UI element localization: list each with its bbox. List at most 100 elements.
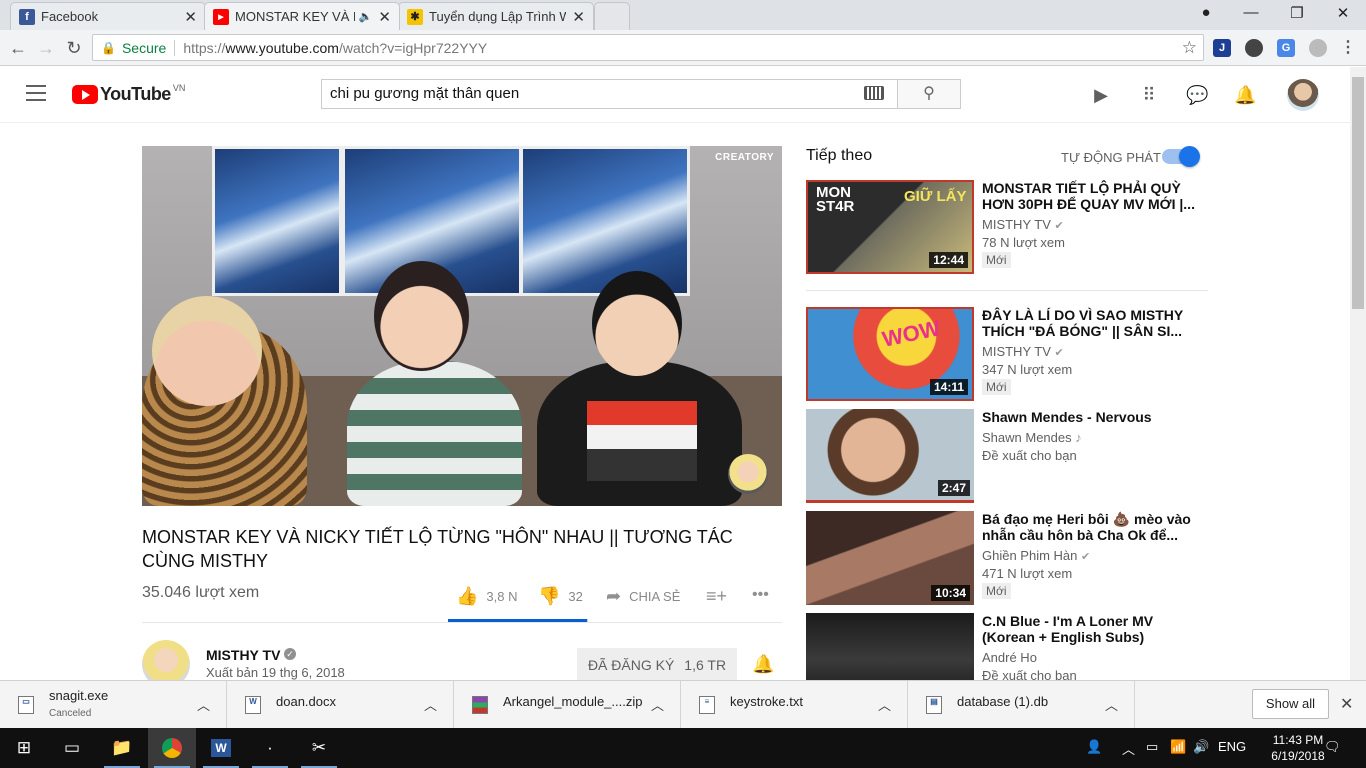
channel-name: André Ho — [982, 650, 1037, 665]
account-avatar[interactable] — [1287, 79, 1319, 111]
bookmark-star-icon[interactable]: ☆ — [1182, 38, 1197, 58]
clock-date: 6/19/2018 — [1271, 749, 1325, 763]
dislike-count: 32 — [568, 589, 583, 604]
back-button[interactable]: ← — [6, 36, 30, 60]
download-item[interactable]: ≡ keystroke.txt ︿ — [681, 681, 908, 729]
upload-video-icon[interactable]: ▶ — [1090, 84, 1112, 106]
people-icon[interactable]: 👤 — [1086, 739, 1102, 755]
search-button[interactable]: ⚲ — [897, 79, 961, 109]
youtube-logo[interactable]: YouTube VN — [72, 83, 185, 105]
tab-title: MONSTAR KEY VÀ NI — [235, 9, 355, 24]
menu-icon[interactable] — [26, 85, 46, 101]
download-item[interactable]: W doan.docx ︿ — [227, 681, 454, 729]
chevron-up-icon[interactable]: ︿ — [1105, 695, 1118, 714]
file-explorer-icon[interactable]: 📁 — [98, 728, 146, 768]
video-thumbnail[interactable]: 2:47 — [806, 409, 974, 503]
tab-title: Facebook — [41, 9, 99, 24]
download-item[interactable]: ▭ snagit.exe Canceled ︿ — [0, 681, 227, 729]
video-duration: 12:44 — [929, 252, 968, 268]
scrollbar-thumb[interactable] — [1352, 77, 1364, 309]
add-to-playlist-button[interactable]: ≡+ — [706, 586, 735, 607]
video-player[interactable]: CREATORY — [142, 146, 782, 506]
window-close-button[interactable]: ✕ — [1325, 4, 1361, 24]
reload-button[interactable]: ↻ — [62, 36, 86, 60]
maximize-button[interactable]: ❐ — [1279, 4, 1315, 24]
notification-bell-icon[interactable]: 🔔 — [752, 654, 774, 675]
video-actions: 👍 3,8 N 👎 32 ➦ CHIA SẺ ≡+ ••• — [448, 586, 782, 608]
extension-j-icon[interactable]: J — [1213, 39, 1231, 57]
windows-start-icon[interactable]: ⊞ — [0, 728, 48, 768]
subscriber-count: 1,6 TR — [684, 657, 727, 673]
close-icon[interactable]: ✕ — [184, 8, 197, 26]
show-all-downloads-button[interactable]: Show all — [1252, 689, 1329, 719]
wifi-icon[interactable]: 📶 — [1170, 739, 1186, 755]
chevron-up-icon[interactable]: ︿ — [424, 695, 437, 714]
speaker-icon[interactable]: 🔈 — [359, 10, 373, 23]
close-icon[interactable]: ✕ — [378, 8, 391, 26]
page-scrollbar[interactable] — [1350, 67, 1366, 680]
recommended-video[interactable]: C.N Blue - I'm A Loner MV (Korean + Engl… — [806, 613, 1208, 680]
keyboard-icon[interactable] — [864, 86, 884, 100]
close-icon[interactable]: ✕ — [572, 8, 585, 26]
chevron-up-icon[interactable]: ︿ — [197, 695, 210, 714]
video-duration: 2:47 — [937, 480, 970, 496]
download-item[interactable]: Arkangel_module_....zip ︿ — [454, 681, 681, 729]
video-thumbnail[interactable]: WOW 14:11 — [806, 307, 974, 401]
chevron-up-icon[interactable]: ︿ — [878, 695, 891, 714]
channel-name[interactable]: MISTHY TV — [206, 647, 280, 663]
dislike-button[interactable]: 👎 32 — [538, 586, 583, 607]
lock-icon: 🔒 — [101, 40, 116, 55]
task-view-icon[interactable]: ▭ — [48, 728, 96, 768]
chrome-menu-icon[interactable]: ⋮ — [1339, 39, 1357, 57]
video-title[interactable]: Bá đạo mẹ Heri bôi 💩 mèo vào nhẫn cầu hô… — [982, 511, 1204, 543]
chrome-icon[interactable] — [148, 728, 196, 768]
video-duration: 14:11 — [929, 379, 968, 395]
taskbar-app-icon[interactable]: · — [246, 728, 294, 768]
video-thumbnail[interactable]: MON ST4R GIỮ LẤY 12:44 — [806, 180, 974, 274]
search-input[interactable]: chi pu gương mặt thân quen — [321, 79, 897, 109]
tab-recruitment[interactable]: ✱ Tuyển dụng Lập Trình W ✕ — [398, 2, 594, 30]
word-icon[interactable]: W — [197, 728, 245, 768]
autoplay-toggle[interactable] — [1162, 146, 1200, 167]
tab-facebook[interactable]: f Facebook ✕ — [10, 2, 206, 30]
more-actions-button[interactable]: ••• — [752, 586, 777, 604]
apps-grid-icon[interactable]: ⠿ — [1138, 84, 1160, 106]
forward-button[interactable]: → — [34, 36, 58, 60]
close-shelf-icon[interactable]: ✕ — [1340, 694, 1353, 714]
snipping-tool-icon[interactable]: ✂ — [295, 728, 343, 768]
profile-icon[interactable]: ● — [1188, 4, 1224, 24]
extension-circle-icon[interactable] — [1245, 39, 1263, 57]
recommended-video[interactable]: 10:34 Bá đạo mẹ Heri bôi 💩 mèo vào nhẫn … — [806, 511, 1208, 605]
video-thumbnail[interactable]: 10:34 — [806, 511, 974, 605]
up-next-heading: Tiếp theo — [806, 147, 873, 164]
download-shelf: ▭ snagit.exe Canceled ︿ W doan.docx ︿ Ar… — [0, 680, 1366, 729]
share-button[interactable]: ➦ CHIA SẺ — [606, 586, 680, 607]
notifications-bell-icon[interactable]: 🔔 — [1234, 84, 1256, 106]
download-item[interactable]: ▤ database (1).db ︿ — [908, 681, 1135, 729]
chevron-up-icon[interactable]: ︿ — [1122, 739, 1135, 758]
messages-icon[interactable]: 💬 — [1186, 84, 1208, 106]
volume-icon[interactable]: 🔊 — [1193, 739, 1209, 755]
translate-icon[interactable]: G — [1277, 39, 1295, 57]
address-bar[interactable]: 🔒 Secure https://www.youtube.com/watch?v… — [92, 34, 1204, 61]
battery-icon[interactable]: ▭ — [1146, 739, 1158, 755]
video-title[interactable]: MONSTAR TIẾT LỘ PHẢI QUỲ HƠN 30PH ĐỂ QUA… — [982, 180, 1204, 212]
like-button[interactable]: 👍 3,8 N — [456, 586, 518, 607]
new-tab-button[interactable] — [594, 2, 630, 30]
recommended-video[interactable]: WOW 14:11 ĐÂY LÀ LÍ DO VÌ SAO MISTHY THÍ… — [806, 307, 1208, 401]
chevron-up-icon[interactable]: ︿ — [651, 695, 664, 714]
minimize-button[interactable]: — — [1233, 4, 1269, 24]
action-center-icon[interactable]: 🗨 — [1324, 739, 1341, 755]
video-title[interactable]: Shawn Mendes - Nervous — [982, 409, 1204, 425]
channel-name: MISTHY TV ✔ — [982, 217, 1064, 232]
video-title[interactable]: ĐÂY LÀ LÍ DO VÌ SAO MISTHY THÍCH "ĐÁ BÓN… — [982, 307, 1204, 339]
video-thumbnail[interactable] — [806, 613, 974, 680]
language-indicator[interactable]: ENG — [1218, 739, 1246, 754]
video-title[interactable]: C.N Blue - I'm A Loner MV (Korean + Engl… — [982, 613, 1204, 645]
system-clock[interactable]: 11:43 PM 6/19/2018 — [1268, 732, 1328, 764]
extension-gray-icon[interactable] — [1309, 39, 1327, 57]
tab-youtube[interactable]: ▶ MONSTAR KEY VÀ NI 🔈 ✕ — [204, 2, 400, 30]
recommended-video[interactable]: 2:47 Shawn Mendes - Nervous Shawn Mendes… — [806, 409, 1208, 503]
subscribed-button[interactable]: ĐÃ ĐĂNG KÝ 1,6 TR — [577, 648, 737, 682]
recommended-video[interactable]: MON ST4R GIỮ LẤY 12:44 MONSTAR TIẾT LỘ PH… — [806, 180, 1208, 274]
